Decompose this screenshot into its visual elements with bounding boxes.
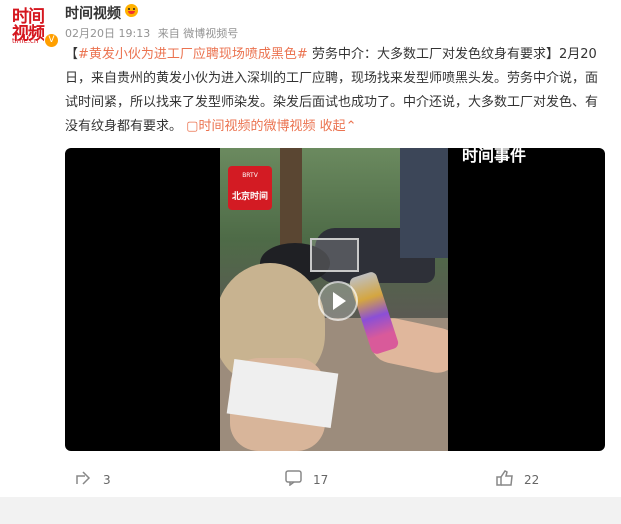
smiley-emoji-icon bbox=[125, 4, 138, 17]
logo-name-text: 北京时间 bbox=[231, 192, 268, 202]
comment-count: 17 bbox=[313, 472, 329, 487]
video-watermark: 时间事件 bbox=[462, 148, 527, 165]
play-icon[interactable] bbox=[318, 281, 358, 321]
video-link-icon: ▢ bbox=[186, 119, 199, 134]
thumbs-up-icon bbox=[496, 470, 514, 489]
logo-top-text: BRTV bbox=[242, 172, 258, 179]
post-text: 【#黄发小伙为进工厂应聘现场喷成黑色# 劳务中介：大多数工厂对发色纹身有要求】2… bbox=[65, 43, 610, 139]
scooter-basket bbox=[310, 238, 359, 272]
video-player[interactable]: BRTV 北京时间 时间事件 bbox=[65, 148, 605, 451]
post-meta: 02月20日 19:13 来自 微博视频号 bbox=[65, 25, 242, 41]
chevron-up-icon: ⌃ bbox=[345, 119, 357, 134]
comment-button[interactable]: 17 bbox=[285, 470, 328, 489]
video-link[interactable]: ▢时间视频的微博视频 bbox=[186, 119, 319, 134]
video-link-text: 时间视频的微博视频 bbox=[198, 119, 316, 134]
beijing-time-logo: BRTV 北京时间 bbox=[228, 166, 272, 210]
share-count: 3 bbox=[103, 472, 111, 487]
person-right bbox=[400, 148, 448, 258]
topic-link[interactable]: #黄发小伙为进工厂应聘现场喷成黑色# bbox=[78, 47, 308, 62]
username[interactable]: 时间视频 bbox=[65, 3, 121, 23]
collapse-button[interactable]: 收起⌃ bbox=[320, 119, 357, 134]
share-button[interactable]: 3 bbox=[75, 470, 111, 489]
comment-icon bbox=[285, 470, 303, 489]
open-bracket: 【 bbox=[65, 47, 79, 62]
like-button[interactable]: 22 bbox=[496, 470, 539, 489]
tree-trunk bbox=[280, 148, 302, 258]
collapse-label: 收起 bbox=[319, 119, 346, 134]
bottom-divider bbox=[0, 497, 621, 524]
like-count: 22 bbox=[524, 472, 540, 487]
post-source: 来自 微博视频号 bbox=[157, 27, 239, 40]
share-icon bbox=[75, 470, 93, 489]
verified-icon: V bbox=[44, 33, 59, 48]
post-date[interactable]: 02月20日 19:13 bbox=[65, 27, 150, 40]
avatar-logo-line3: time.cn bbox=[12, 37, 39, 45]
